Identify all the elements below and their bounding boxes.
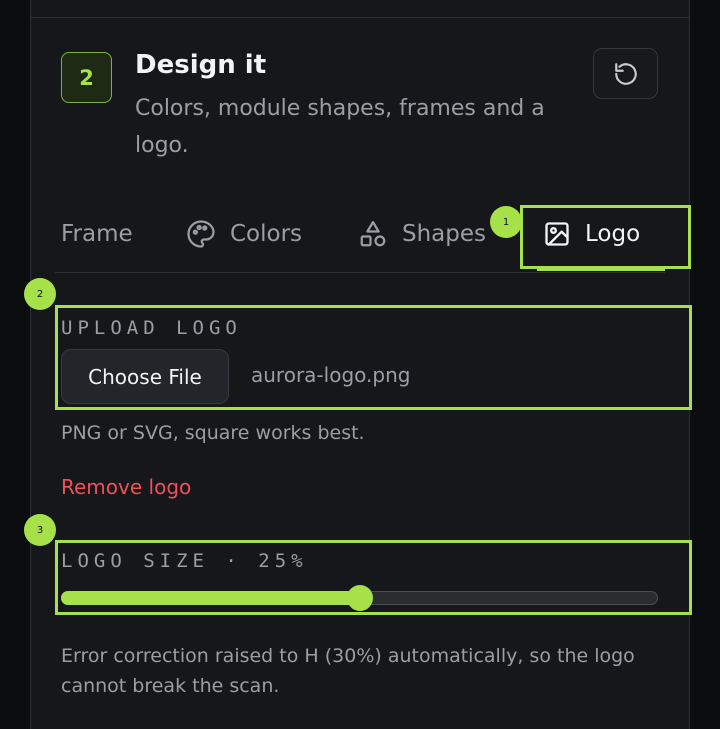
tab-frame[interactable]: Frame: [61, 212, 133, 256]
reset-icon: [614, 62, 637, 85]
annotation-marker: 1: [490, 206, 522, 238]
step-number-badge: 2: [61, 52, 112, 103]
reset-button[interactable]: [593, 48, 658, 99]
tab-shapes[interactable]: Shapes: [358, 212, 486, 256]
error-correction-note: Error correction raised to H (30%) autom…: [61, 645, 635, 697]
section-subtitle: Colors, module shapes, frames and a logo…: [135, 96, 545, 158]
tab-colors[interactable]: Colors: [186, 212, 302, 256]
section-divider: [31, 17, 689, 18]
shapes-icon: [358, 219, 388, 249]
highlight-upload-section: [55, 305, 692, 410]
highlight-logo-tab: [520, 205, 691, 269]
tab-label: Frame: [61, 221, 133, 247]
tab-label: Shapes: [402, 221, 487, 247]
palette-icon: [186, 219, 216, 249]
annotation-marker: 2: [24, 278, 56, 310]
section-title: Design it: [135, 50, 267, 80]
upload-hint: PNG or SVG, square works best.: [61, 422, 365, 444]
tabs-divider: [55, 272, 665, 273]
tab-label: Colors: [230, 221, 303, 247]
annotation-marker: 3: [24, 514, 56, 546]
highlight-size-section: [55, 540, 692, 615]
remove-logo-link[interactable]: Remove logo: [61, 475, 191, 499]
